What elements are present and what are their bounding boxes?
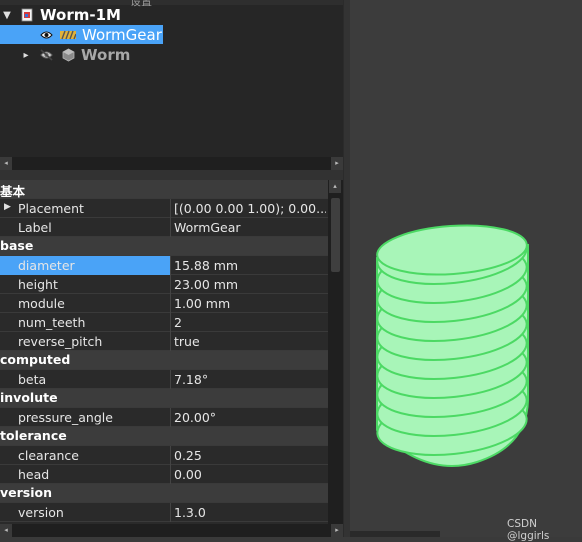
wormgear-model[interactable] — [350, 0, 582, 537]
group-name: tolerance — [0, 428, 67, 443]
group-header[interactable]: involute — [0, 389, 328, 408]
column-divider — [170, 294, 171, 313]
eye-hidden-icon[interactable] — [40, 48, 53, 62]
tree-item-document[interactable]: ▼ Worm-1M — [0, 5, 343, 25]
property-horizontal-scrollbar[interactable]: ◂ ▸ — [0, 524, 343, 537]
expand-arrow-icon[interactable]: ▶ — [4, 202, 11, 212]
tree-item-wormgear[interactable]: WormGear — [0, 25, 343, 45]
property-row[interactable]: version 1.3.0 — [0, 503, 328, 522]
property-value[interactable]: 1.3.0 — [174, 505, 326, 520]
property-row-selected[interactable]: diameter 15.88 mm — [0, 256, 328, 275]
property-row[interactable]: beta 7.18° — [0, 370, 328, 389]
column-divider — [170, 503, 171, 522]
property-row[interactable]: module 1.00 mm — [0, 294, 328, 313]
group-header[interactable]: tolerance — [0, 427, 328, 446]
eye-icon[interactable] — [40, 28, 53, 42]
property-value[interactable]: 1.00 mm — [174, 296, 326, 311]
property-row[interactable]: reverse_pitch true — [0, 332, 328, 351]
property-row[interactable]: height 23.00 mm — [0, 275, 328, 294]
group-name: 基本 — [0, 184, 26, 199]
tree-item-label: Worm — [81, 46, 131, 64]
property-value[interactable]: 0.00 — [174, 467, 326, 482]
property-name: diameter — [18, 258, 75, 273]
property-row[interactable]: ▶ Placement [(0.00 0.00 1.00); 0.00... — [0, 199, 328, 218]
group-header[interactable]: computed — [0, 351, 328, 370]
left-panel: 设置 ▼ Worm-1M WormGear ▸ Worm ◂ ▸ 基本 ▶ Pl… — [0, 0, 344, 537]
property-value[interactable]: [(0.00 0.00 1.00); 0.00... — [174, 201, 326, 216]
splitter[interactable] — [0, 170, 343, 180]
column-divider — [170, 446, 171, 465]
scroll-up-icon[interactable]: ▴ — [329, 180, 341, 193]
property-value[interactable]: true — [174, 334, 326, 349]
cube-icon — [62, 48, 75, 62]
expand-arrow-icon[interactable]: ▸ — [21, 50, 31, 61]
column-divider — [170, 275, 171, 294]
property-name: module — [18, 296, 65, 311]
property-value[interactable]: WormGear — [174, 220, 326, 235]
scroll-right-icon[interactable]: ▸ — [331, 157, 343, 170]
property-row[interactable]: head 0.00 — [0, 465, 328, 484]
property-value[interactable]: 0.25 — [174, 448, 326, 463]
group-header[interactable]: 基本 — [0, 180, 328, 199]
property-value[interactable]: 20.00° — [174, 410, 326, 425]
group-header[interactable]: version — [0, 484, 328, 503]
column-divider — [170, 218, 171, 237]
property-name: num_teeth — [18, 315, 86, 330]
property-name: clearance — [18, 448, 79, 463]
group-name: involute — [0, 390, 58, 405]
group-name: version — [0, 485, 53, 500]
group-header[interactable]: base — [0, 237, 328, 256]
property-row[interactable]: Label WormGear — [0, 218, 328, 237]
status-strip — [350, 531, 440, 537]
property-row[interactable]: clearance 0.25 — [0, 446, 328, 465]
property-table: 基本 ▶ Placement [(0.00 0.00 1.00); 0.00..… — [0, 180, 328, 524]
scroll-right-icon[interactable]: ▸ — [331, 524, 343, 537]
property-name: Label — [18, 220, 52, 235]
property-name: height — [18, 277, 58, 292]
property-name: beta — [18, 372, 47, 387]
column-divider — [170, 332, 171, 351]
collapse-arrow-icon[interactable]: ▼ — [2, 10, 12, 21]
column-divider — [170, 256, 171, 275]
property-value[interactable]: 15.88 mm — [174, 258, 326, 273]
document-title: Worm-1M — [40, 6, 121, 24]
scroll-left-icon[interactable]: ◂ — [0, 524, 12, 537]
column-divider — [170, 465, 171, 484]
property-vertical-scrollbar[interactable]: ▴ — [328, 180, 343, 524]
column-divider — [170, 370, 171, 389]
scrollbar-thumb[interactable] — [331, 198, 340, 272]
tree-horizontal-scrollbar[interactable]: ◂ ▸ — [0, 157, 343, 170]
3d-view[interactable] — [350, 0, 582, 537]
watermark: CSDN @lggirls — [507, 518, 550, 542]
tree-view[interactable]: 设置 ▼ Worm-1M WormGear ▸ Worm — [0, 0, 343, 157]
property-name: head — [18, 467, 50, 482]
column-divider — [170, 313, 171, 332]
property-name: version — [18, 505, 64, 520]
column-divider — [170, 408, 171, 427]
property-value[interactable]: 23.00 mm — [174, 277, 326, 292]
gear-icon — [60, 28, 77, 42]
group-name: computed — [0, 352, 71, 367]
column-divider — [170, 199, 171, 218]
scroll-left-icon[interactable]: ◂ — [0, 157, 12, 170]
property-name: pressure_angle — [18, 410, 113, 425]
tree-item-label: WormGear — [82, 26, 162, 44]
tree-item-worm[interactable]: ▸ Worm — [0, 45, 343, 65]
group-name: base — [0, 238, 34, 253]
property-value[interactable]: 7.18° — [174, 372, 326, 387]
property-name: Placement — [18, 201, 84, 216]
document-icon — [20, 8, 34, 22]
property-value[interactable]: 2 — [174, 315, 326, 330]
property-row[interactable]: pressure_angle 20.00° — [0, 408, 328, 427]
property-row[interactable]: num_teeth 2 — [0, 313, 328, 332]
property-name: reverse_pitch — [18, 334, 103, 349]
